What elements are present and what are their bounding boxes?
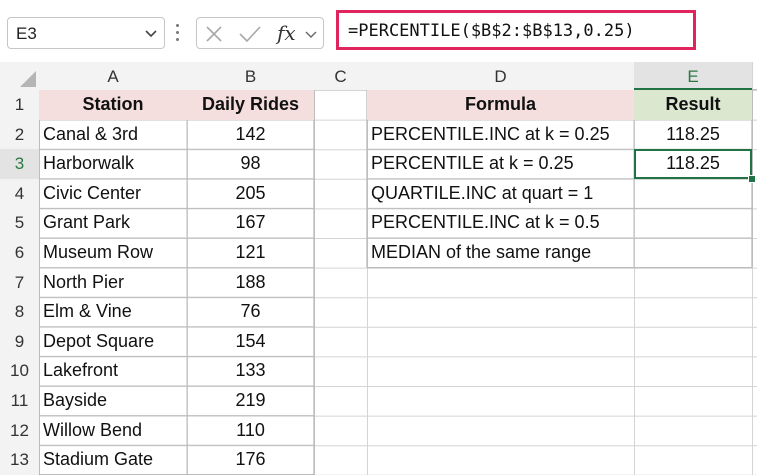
fill-handle[interactable] [748, 174, 756, 183]
daily-rides-cell[interactable]: 98 [187, 149, 314, 179]
station-name-cell[interactable]: Stadium Gate [39, 445, 187, 475]
row-header-6[interactable]: 6 [0, 238, 39, 268]
daily-rides-cell[interactable]: 167 [187, 208, 314, 238]
formula-bar: E3 fx =PERCENTILE($B$2:$B$13,0.25) [0, 0, 757, 62]
formula-label-cell[interactable]: QUARTILE.INC at quart = 1 [367, 179, 634, 209]
column-header-b[interactable]: B [187, 62, 314, 90]
row-header-10[interactable]: 10 [0, 356, 39, 386]
enter-check-icon[interactable] [239, 26, 261, 47]
daily-rides-header[interactable]: Daily Rides [187, 90, 314, 120]
station-name-cell[interactable]: Elm & Vine [39, 297, 187, 327]
daily-rides-cell[interactable]: 205 [187, 179, 314, 209]
result-cell[interactable]: 118.25 [634, 120, 752, 150]
daily-rides-cell[interactable]: 176 [187, 445, 314, 475]
formula-label-cell[interactable]: PERCENTILE.INC at k = 0.5 [367, 208, 634, 238]
daily-rides-cell[interactable]: 188 [187, 268, 314, 298]
station-name-cell[interactable]: Canal & 3rd [39, 120, 187, 150]
row-header-4[interactable]: 4 [0, 178, 39, 209]
formula-text: =PERCENTILE($B$2:$B$13,0.25) [348, 21, 635, 41]
column-header-d[interactable]: D [367, 62, 634, 90]
more-options-icon[interactable] [176, 21, 180, 45]
row-header-12[interactable]: 12 [0, 415, 39, 446]
daily-rides-cell[interactable]: 219 [187, 386, 314, 416]
station-name-cell[interactable]: North Pier [39, 268, 187, 298]
cancel-icon[interactable] [205, 25, 223, 48]
daily-rides-cell[interactable]: 154 [187, 327, 314, 357]
formula-controls: fx [196, 17, 324, 49]
formula-label-cell[interactable]: PERCENTILE at k = 0.25 [367, 149, 634, 179]
formula-header[interactable]: Formula [367, 90, 634, 120]
result-cell[interactable] [634, 238, 752, 268]
row-header-11[interactable]: 11 [0, 386, 39, 416]
formula-label-cell[interactable]: PERCENTILE.INC at k = 0.25 [367, 120, 634, 150]
name-box[interactable]: E3 [7, 17, 165, 49]
station-name-cell[interactable]: Harborwalk [39, 149, 187, 179]
station-name-cell[interactable]: Willow Bend [39, 416, 187, 446]
select-all-corner[interactable] [0, 62, 39, 90]
station-name-cell[interactable]: Grant Park [39, 208, 187, 238]
row-header-8[interactable]: 8 [0, 297, 39, 327]
row-header-9[interactable]: 9 [0, 326, 39, 357]
result-header[interactable]: Result [634, 90, 752, 120]
daily-rides-cell[interactable]: 76 [187, 297, 314, 327]
chevron-down-icon[interactable] [144, 26, 158, 45]
result-cell[interactable] [634, 179, 752, 209]
row-header-1[interactable]: 1 [0, 90, 39, 120]
row-header-3[interactable]: 3 [0, 149, 39, 179]
result-cell[interactable] [634, 208, 752, 238]
station-name-cell[interactable]: Depot Square [39, 327, 187, 357]
row-header-2[interactable]: 2 [0, 119, 39, 150]
formula-input[interactable]: =PERCENTILE($B$2:$B$13,0.25) [336, 10, 696, 50]
station-name-cell[interactable]: Museum Row [39, 238, 187, 268]
row-header-13[interactable]: 13 [0, 445, 39, 475]
daily-rides-cell[interactable]: 110 [187, 416, 314, 446]
name-box-value: E3 [16, 24, 37, 43]
row-header-5[interactable]: 5 [0, 208, 39, 238]
daily-rides-cell[interactable]: 133 [187, 356, 314, 386]
station-header[interactable]: Station [39, 90, 187, 120]
select-all-icon[interactable] [20, 71, 36, 87]
column-header-c[interactable]: C [314, 62, 367, 90]
station-name-cell[interactable]: Lakefront [39, 356, 187, 386]
row-header-7[interactable]: 7 [0, 267, 39, 298]
station-name-cell[interactable]: Civic Center [39, 179, 187, 209]
result-cell[interactable]: 118.25 [634, 149, 752, 179]
formula-label-cell[interactable]: MEDIAN of the same range [367, 238, 634, 268]
column-header-a[interactable]: A [39, 62, 187, 90]
station-name-cell[interactable]: Bayside [39, 386, 187, 416]
daily-rides-cell[interactable]: 121 [187, 238, 314, 268]
insert-function-button[interactable]: fx [277, 21, 296, 45]
daily-rides-cell[interactable]: 142 [187, 120, 314, 150]
column-header-e[interactable]: E [634, 62, 752, 90]
chevron-down-icon[interactable] [304, 27, 318, 46]
